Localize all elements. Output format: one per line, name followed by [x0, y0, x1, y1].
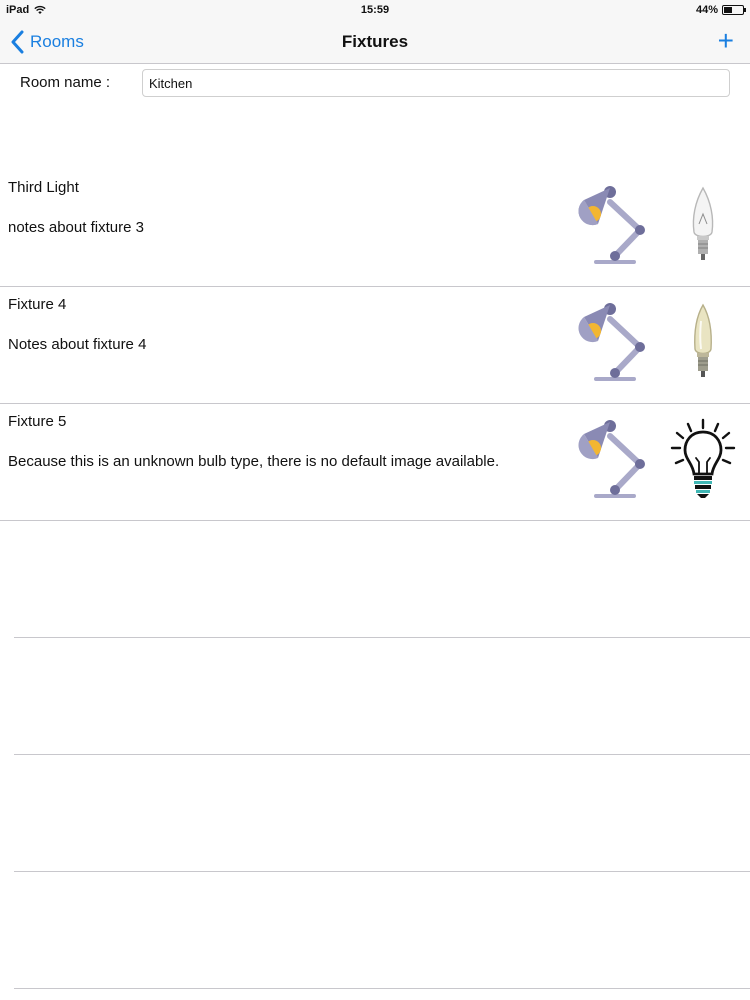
fixture-row[interactable]: Fixture 5 Because this is an unknown bul… [0, 404, 750, 521]
room-name-row: Room name : [0, 64, 750, 102]
clear-candle-bulb-icon [692, 186, 714, 260]
fixture-row[interactable]: Fixture 4 Notes about fixture 4 [0, 287, 750, 404]
battery-percent: 44% [695, 4, 718, 16]
generic-lightbulb-icon [670, 418, 736, 498]
fixture-table: Third Light notes about fixture 3 Fixtur… [0, 170, 750, 521]
battery-icon [722, 5, 746, 15]
desk-lamp-icon [578, 303, 645, 381]
battery-fill [724, 7, 732, 13]
fixture-row[interactable]: Third Light notes about fixture 3 [0, 170, 750, 287]
fixture-notes: Notes about fixture 4 [8, 336, 147, 353]
page-title: Fixtures [341, 32, 409, 51]
desk-lamp-icon [578, 420, 645, 498]
fixture-name: Third Light [8, 179, 79, 196]
room-name-input[interactable] [142, 69, 730, 97]
status-right: 44% [695, 4, 746, 16]
navigation-bar: Rooms Fixtures + [0, 22, 750, 64]
empty-row [14, 521, 750, 638]
empty-table-rows [0, 521, 750, 989]
fixture-name: Fixture 4 [8, 296, 67, 313]
amber-candle-bulb-icon [694, 303, 712, 377]
empty-row [14, 755, 750, 872]
status-bar: iPad 15:59 44% [0, 0, 750, 22]
fixture-notes: Because this is an unknown bulb type, th… [8, 453, 500, 470]
fixture-name: Fixture 5 [8, 413, 67, 430]
add-fixture-button[interactable]: + [718, 27, 734, 55]
fixture-notes: notes about fixture 3 [8, 219, 144, 236]
status-time: 15:59 [360, 4, 390, 16]
empty-row [14, 872, 750, 989]
room-name-label: Room name : [20, 74, 111, 91]
desk-lamp-icon [578, 186, 645, 264]
empty-row [14, 638, 750, 755]
